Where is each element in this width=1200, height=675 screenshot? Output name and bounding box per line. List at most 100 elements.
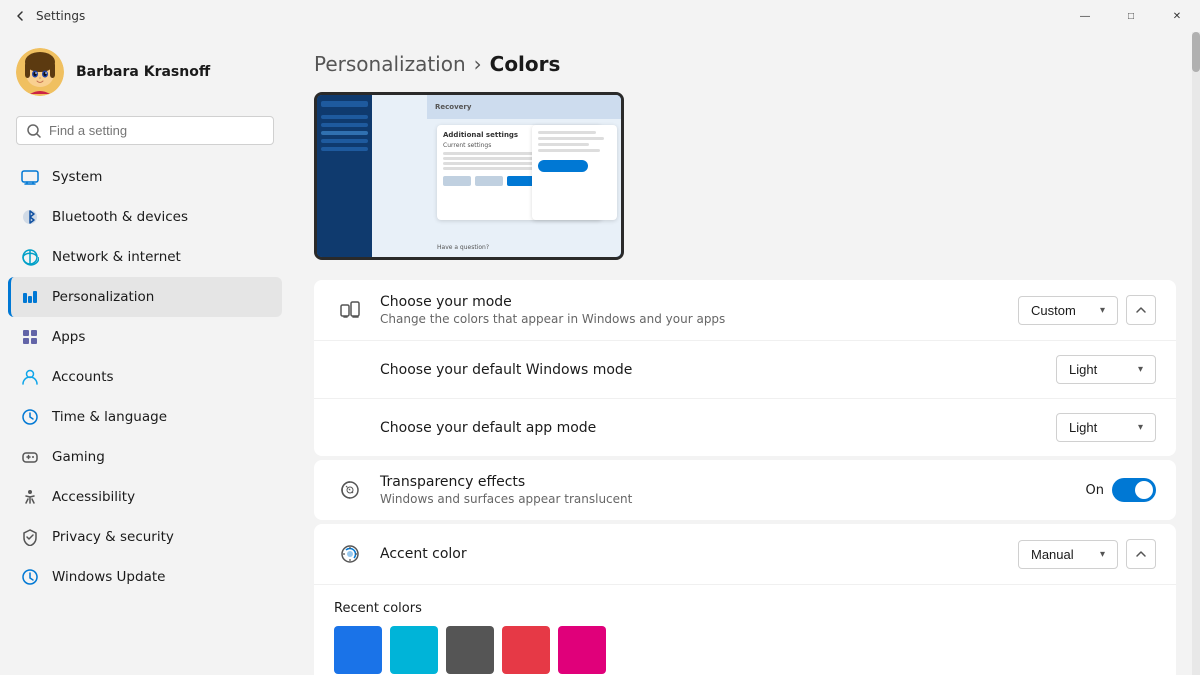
app-mode-control: Light ▾ bbox=[1056, 413, 1156, 442]
accent-color-label: Accent color bbox=[380, 546, 1018, 562]
choose-mode-expand-button[interactable] bbox=[1126, 295, 1156, 325]
sidebar-item-accessibility[interactable]: Accessibility bbox=[8, 477, 282, 517]
transparency-control: On bbox=[1086, 478, 1156, 502]
transparency-icon bbox=[334, 474, 366, 506]
app-mode-value: Light bbox=[1069, 420, 1097, 435]
color-swatches bbox=[334, 626, 1156, 674]
chevron-down-icon: ▾ bbox=[1138, 422, 1143, 433]
preview-inner: Recovery Additional settings Current set… bbox=[317, 95, 621, 257]
transparency-section: Transparency effects Windows and surface… bbox=[314, 460, 1176, 520]
windows-mode-text: Choose your default Windows mode bbox=[380, 362, 1056, 378]
sidebar-item-privacy[interactable]: Privacy & security bbox=[8, 517, 282, 557]
choose-mode-icon bbox=[334, 294, 366, 326]
accent-color-value: Manual bbox=[1031, 547, 1074, 562]
choose-mode-control: Custom ▾ bbox=[1018, 295, 1156, 325]
choose-mode-dropdown[interactable]: Custom ▾ bbox=[1018, 296, 1118, 325]
accounts-icon bbox=[20, 367, 40, 387]
color-swatch-red[interactable] bbox=[502, 626, 550, 674]
accent-color-header-row: Accent color Manual ▾ bbox=[314, 524, 1176, 585]
back-button[interactable] bbox=[12, 8, 28, 24]
sidebar-item-label: Windows Update bbox=[52, 569, 165, 585]
search-input[interactable] bbox=[49, 123, 263, 138]
app-mode-label: Choose your default app mode bbox=[380, 420, 1056, 436]
breadcrumb-current: Colors bbox=[490, 52, 561, 76]
accent-color-control: Manual ▾ bbox=[1018, 539, 1156, 569]
choose-mode-label: Choose your mode bbox=[380, 294, 1018, 310]
system-icon bbox=[20, 167, 40, 187]
sidebar-item-label: Bluetooth & devices bbox=[52, 209, 188, 225]
color-swatch-teal[interactable] bbox=[390, 626, 438, 674]
sidebar-item-time[interactable]: Time & language bbox=[8, 397, 282, 437]
sidebar-item-gaming[interactable]: Gaming bbox=[8, 437, 282, 477]
color-swatch-gray[interactable] bbox=[446, 626, 494, 674]
accessibility-icon bbox=[20, 487, 40, 507]
windows-mode-label: Choose your default Windows mode bbox=[380, 362, 1056, 378]
accent-color-text: Accent color bbox=[380, 546, 1018, 562]
recent-colors-section: Recent colors bbox=[314, 585, 1176, 675]
windows-mode-row: Choose your default Windows mode Light ▾ bbox=[314, 341, 1176, 399]
main-content: Personalization › Colors bbox=[290, 32, 1200, 675]
windows-mode-control: Light ▾ bbox=[1056, 355, 1156, 384]
gaming-icon bbox=[20, 447, 40, 467]
nav-list: System Bluetooth & devices bbox=[0, 157, 290, 597]
app-mode-dropdown[interactable]: Light ▾ bbox=[1056, 413, 1156, 442]
sidebar: Barbara Krasnoff System bbox=[0, 32, 290, 675]
choose-mode-row: Choose your mode Change the colors that … bbox=[314, 280, 1176, 341]
sidebar-item-system[interactable]: System bbox=[8, 157, 282, 197]
choose-mode-text: Choose your mode Change the colors that … bbox=[380, 294, 1018, 326]
time-icon bbox=[20, 407, 40, 427]
sidebar-item-label: Accessibility bbox=[52, 489, 135, 505]
sidebar-item-label: Time & language bbox=[52, 409, 167, 425]
close-button[interactable]: ✕ bbox=[1154, 0, 1200, 32]
minimize-button[interactable]: — bbox=[1062, 0, 1108, 32]
transparency-sublabel: Windows and surfaces appear translucent bbox=[380, 492, 1086, 506]
apps-icon bbox=[20, 327, 40, 347]
transparency-text: Transparency effects Windows and surface… bbox=[380, 474, 1086, 506]
title-bar-left: Settings bbox=[12, 8, 85, 24]
sidebar-item-apps[interactable]: Apps bbox=[8, 317, 282, 357]
chevron-down-icon: ▾ bbox=[1100, 549, 1105, 560]
transparency-toggle[interactable] bbox=[1112, 478, 1156, 502]
windows-mode-dropdown[interactable]: Light ▾ bbox=[1056, 355, 1156, 384]
window-controls: — □ ✕ bbox=[1062, 0, 1200, 32]
network-icon bbox=[20, 247, 40, 267]
accent-color-expand-button[interactable] bbox=[1126, 539, 1156, 569]
breadcrumb-parent[interactable]: Personalization bbox=[314, 52, 466, 76]
sidebar-item-network[interactable]: Network & internet bbox=[8, 237, 282, 277]
sidebar-item-windowsupdate[interactable]: Windows Update bbox=[8, 557, 282, 597]
app-container: Barbara Krasnoff System bbox=[0, 32, 1200, 675]
sidebar-item-label: Apps bbox=[52, 329, 85, 345]
sidebar-item-label: Network & internet bbox=[52, 249, 181, 265]
chevron-down-icon: ▾ bbox=[1138, 364, 1143, 375]
scrollbar-track bbox=[1192, 32, 1200, 675]
avatar[interactable] bbox=[16, 48, 64, 96]
sidebar-item-accounts[interactable]: Accounts bbox=[8, 357, 282, 397]
title-bar: Settings — □ ✕ bbox=[0, 0, 1200, 32]
sidebar-item-label: Gaming bbox=[52, 449, 105, 465]
sidebar-item-bluetooth[interactable]: Bluetooth & devices bbox=[8, 197, 282, 237]
personalization-icon bbox=[20, 287, 40, 307]
recent-colors-label: Recent colors bbox=[334, 601, 1156, 616]
choose-mode-value: Custom bbox=[1031, 303, 1076, 318]
sidebar-item-label: Accounts bbox=[52, 369, 114, 385]
choose-mode-section: Choose your mode Change the colors that … bbox=[314, 280, 1176, 456]
windowsupdate-icon bbox=[20, 567, 40, 587]
app-mode-row: Choose your default app mode Light ▾ bbox=[314, 399, 1176, 456]
bluetooth-icon bbox=[20, 207, 40, 227]
sidebar-item-personalization[interactable]: Personalization bbox=[8, 277, 282, 317]
accent-color-dropdown[interactable]: Manual ▾ bbox=[1018, 540, 1118, 569]
search-box[interactable] bbox=[16, 116, 274, 145]
transparency-toggle-label: On bbox=[1086, 483, 1104, 498]
search-icon bbox=[27, 124, 41, 138]
preview-card2 bbox=[532, 125, 617, 220]
color-swatch-blue[interactable] bbox=[334, 626, 382, 674]
transparency-row: Transparency effects Windows and surface… bbox=[314, 460, 1176, 520]
preview-topbar: Recovery bbox=[427, 95, 621, 119]
color-swatch-pink[interactable] bbox=[558, 626, 606, 674]
maximize-button[interactable]: □ bbox=[1108, 0, 1154, 32]
sidebar-item-label: System bbox=[52, 169, 102, 185]
accent-color-icon bbox=[334, 538, 366, 570]
breadcrumb-separator: › bbox=[474, 52, 482, 76]
privacy-icon bbox=[20, 527, 40, 547]
scrollbar-thumb[interactable] bbox=[1192, 32, 1200, 72]
